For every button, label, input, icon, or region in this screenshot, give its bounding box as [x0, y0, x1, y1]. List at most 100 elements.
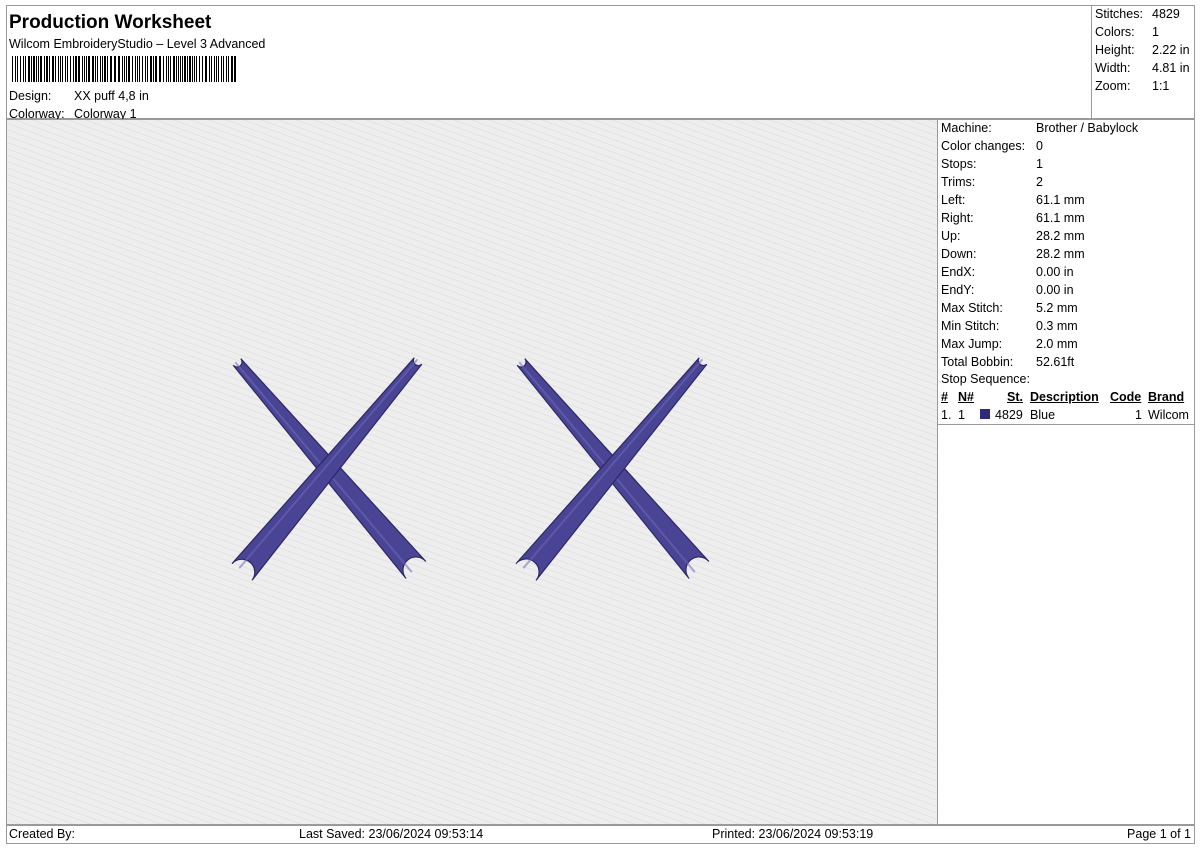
- machine-info-row: Up: 28.2 mm: [941, 229, 1085, 243]
- barcode-bar: [55, 56, 56, 82]
- machine-info-value: 5.2 mm: [1036, 301, 1078, 315]
- barcode-bar: [95, 56, 96, 82]
- machine-info-label: Left:: [941, 193, 966, 207]
- barcode-bar: [31, 56, 32, 82]
- machine-info-value: 2.0 mm: [1036, 337, 1078, 351]
- barcode-bar: [70, 56, 71, 82]
- machine-info-label: Max Jump:: [941, 337, 1003, 351]
- barcode-bar: [132, 56, 133, 82]
- machine-info-label: Color changes:: [941, 139, 1026, 153]
- barcode-bar: [86, 56, 87, 82]
- machine-info-row: EndX: 0.00 in: [941, 265, 1074, 279]
- machine-info-value: 0.00 in: [1036, 283, 1074, 297]
- col-description: Description: [1030, 390, 1099, 404]
- barcode-bar: [176, 56, 177, 82]
- barcode: [12, 56, 236, 82]
- barcode-bar: [118, 56, 120, 82]
- machine-info-label: Total Bobbin:: [941, 355, 1014, 369]
- barcode-bar: [15, 56, 16, 82]
- machine-info-row: Stops: 1: [941, 157, 1043, 171]
- created-by: Created By:: [9, 827, 76, 841]
- stop-row-brand: Wilcom: [1148, 408, 1189, 422]
- design-label: Design:: [9, 89, 52, 103]
- barcode-bar: [114, 56, 116, 82]
- fabric-background: [7, 120, 937, 824]
- machine-info-value: 0: [1036, 139, 1043, 153]
- machine-info-row: Color changes: 0: [941, 139, 1043, 153]
- col-code: Code: [1110, 390, 1142, 404]
- barcode-bar: [97, 56, 98, 82]
- printed-date: Printed: 23/06/2024 09:53:19: [712, 827, 874, 841]
- machine-info-row: Down: 28.2 mm: [941, 247, 1085, 261]
- worksheet-footer: Created By: Last Saved: 23/06/2024 09:53…: [6, 825, 1195, 844]
- barcode-bar: [60, 56, 61, 82]
- machine-info-value: 52.61ft: [1036, 355, 1075, 369]
- barcode-bar: [214, 56, 215, 82]
- summary-stitches: Stitches: 4829: [1095, 7, 1180, 21]
- barcode-bar: [124, 56, 125, 82]
- barcode-bar: [226, 56, 227, 82]
- barcode-bar: [36, 56, 37, 82]
- stop-row-n: 1: [958, 408, 965, 422]
- stop-row-num: 1.: [941, 408, 952, 422]
- barcode-bar: [73, 56, 74, 82]
- machine-info-row: EndY: 0.00 in: [941, 283, 1074, 297]
- barcode-bar: [180, 56, 181, 82]
- barcode-bar: [187, 56, 188, 82]
- col-st: St.: [1007, 390, 1023, 404]
- machine-info-label: Stops:: [941, 157, 977, 171]
- machine-info-value: 61.1 mm: [1036, 211, 1085, 225]
- barcode-bar: [38, 56, 39, 82]
- barcode-bar: [163, 56, 164, 82]
- machine-info-value: 28.2 mm: [1036, 229, 1085, 243]
- barcode-bar: [33, 56, 35, 82]
- machine-info-value: 0.3 mm: [1036, 319, 1078, 333]
- machine-info-row: Right: 61.1 mm: [941, 211, 1085, 225]
- barcode-bar: [196, 56, 197, 82]
- barcode-bar: [168, 56, 169, 82]
- barcode-bar: [20, 56, 21, 82]
- barcode-bar: [234, 56, 236, 82]
- barcode-bar: [100, 56, 101, 82]
- machine-info-row: Left: 61.1 mm: [941, 193, 1085, 207]
- barcode-bar: [166, 56, 167, 82]
- barcode-bar: [126, 56, 127, 82]
- machine-info-row: Trims: 2: [941, 175, 1043, 189]
- stop-sequence-title: Stop Sequence:: [941, 372, 1030, 386]
- stop-table-divider: [938, 424, 1194, 425]
- embroidery-design: [7, 120, 937, 824]
- thread-color-swatch: [980, 409, 990, 419]
- machine-info-label: Machine:: [941, 121, 992, 135]
- barcode-bar: [92, 56, 94, 82]
- machine-info-value: 28.2 mm: [1036, 247, 1085, 261]
- barcode-bar: [65, 56, 66, 82]
- barcode-bar: [228, 56, 229, 82]
- barcode-bar: [173, 56, 175, 82]
- barcode-bar: [44, 56, 45, 82]
- stop-row-description: Blue: [1030, 408, 1056, 422]
- barcode-bar: [102, 56, 103, 82]
- barcode-bar: [153, 56, 154, 82]
- barcode-bar: [23, 56, 24, 82]
- barcode-bar: [88, 56, 90, 82]
- machine-info-label: Up:: [941, 229, 961, 243]
- barcode-bar: [182, 56, 183, 82]
- barcode-bar: [25, 56, 26, 82]
- machine-info-row: Machine: Brother / Babylock: [941, 121, 1138, 135]
- machine-info-label: Max Stitch:: [941, 301, 1003, 315]
- barcode-bar: [82, 56, 83, 82]
- summary-height: Height: 2.22 in: [1095, 43, 1190, 57]
- barcode-bar: [58, 56, 59, 82]
- barcode-bar: [202, 56, 203, 82]
- machine-info-value: 0.00 in: [1036, 265, 1074, 279]
- worksheet-header: Production Worksheet Wilcom EmbroiderySt…: [6, 5, 1195, 121]
- stop-row-code: 1: [1135, 408, 1142, 422]
- barcode-bar: [192, 56, 193, 82]
- barcode-bar: [211, 56, 212, 82]
- barcode-bar: [159, 56, 161, 82]
- col-brand: Brand: [1148, 390, 1185, 404]
- barcode-bar: [67, 56, 68, 82]
- barcode-bar: [107, 56, 108, 82]
- machine-info-label: Right:: [941, 211, 974, 225]
- barcode-bar: [110, 56, 112, 82]
